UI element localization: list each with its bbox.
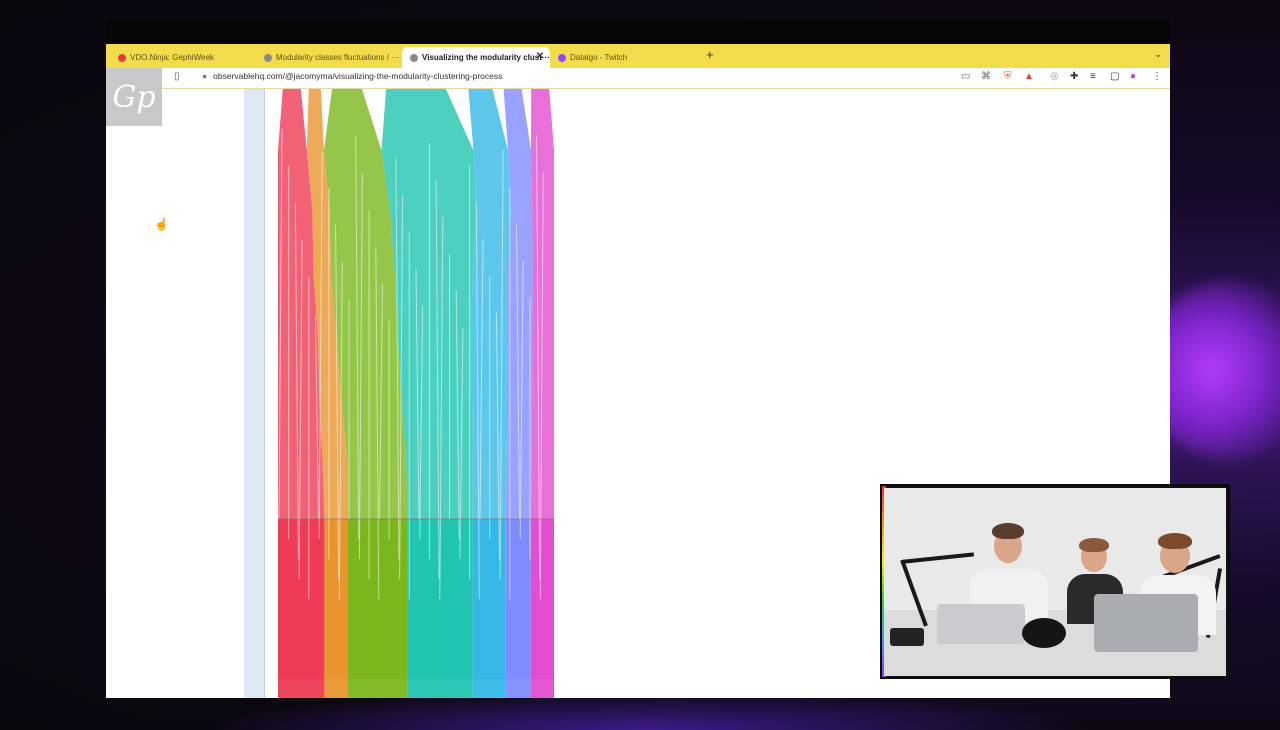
profile-avatar-icon[interactable]: ●	[1130, 71, 1136, 82]
brave-rewards-icon[interactable]: ▲	[1024, 71, 1034, 82]
cluster-base-1	[324, 679, 348, 698]
cluster-base-0	[278, 679, 325, 698]
cluster-base-5	[505, 679, 531, 698]
window-top-strip	[106, 20, 1170, 44]
lock-icon: ●	[202, 71, 208, 81]
tab-label: VDO.Ninja: GephiWeek	[130, 53, 214, 62]
playlist-icon[interactable]: ≡	[1090, 71, 1096, 82]
chevron-down-icon[interactable]: ⌄	[1154, 49, 1162, 60]
cluster-base-4	[472, 679, 506, 698]
url-text: observablehq.com/@jacomyma/visualizing-t…	[213, 71, 503, 81]
modularity-clustering-chart	[278, 89, 554, 698]
close-icon[interactable]: ✕	[536, 51, 544, 62]
tab-datalgo-twitch[interactable]: Datalgo - Twitch	[550, 47, 690, 68]
tab-label: Modularity classes fluctuations / ···	[276, 53, 400, 62]
address-bar-row: ◀ ↻ ▯ ●observablehq.com/@jacomyma/visual…	[106, 68, 1170, 89]
device-left	[890, 628, 924, 646]
mouse-cursor-icon: ☝	[154, 217, 169, 231]
tab-vdo-ninja[interactable]: VDO.Ninja: GephiWeek	[110, 47, 250, 68]
observable-favicon-icon	[410, 53, 418, 62]
cluster-base-3	[407, 679, 473, 698]
tab-label: Visualizing the modularity clust···	[422, 53, 550, 62]
cluster-bar-5	[505, 519, 531, 679]
webcam-overlay	[880, 484, 1230, 679]
cluster-bar-0	[278, 519, 325, 679]
tab-label: Datalgo - Twitch	[570, 53, 628, 62]
tab-modularity-fluctuations[interactable]: Modularity classes fluctuations / ···	[256, 47, 401, 68]
url-field[interactable]: ● observablehq.com/@jacomyma/visualizing-…	[202, 71, 502, 81]
laptop-right	[1094, 594, 1198, 652]
cluster-bar-1	[324, 519, 348, 679]
extension-icon[interactable]: ◎	[1050, 71, 1059, 82]
cell-gutter	[244, 89, 265, 698]
cast-icon[interactable]: ▭	[961, 71, 970, 82]
wallet-icon[interactable]: ▢	[1110, 71, 1119, 82]
vdo-ninja-favicon-icon	[118, 53, 126, 62]
tab-bar: VDO.Ninja: GephiWeek Modularity classes …	[106, 44, 1170, 68]
qr-icon[interactable]: ⌘	[981, 71, 991, 82]
tab-visualizing-modularity[interactable]: Visualizing the modularity clust··· ✕	[402, 47, 550, 68]
headphones	[1022, 618, 1066, 648]
menu-icon[interactable]: ⋮	[1152, 71, 1162, 82]
bookmark-icon[interactable]: ▯	[174, 71, 180, 82]
observable-favicon-icon	[264, 53, 272, 62]
brave-shield-icon[interactable]: ⛨	[1004, 71, 1012, 82]
twitch-favicon-icon	[558, 53, 566, 62]
cluster-base-6	[530, 679, 554, 698]
puzzle-icon[interactable]: ✚	[1070, 71, 1078, 82]
laptop-left	[937, 604, 1025, 644]
new-tab-button[interactable]: +	[706, 47, 714, 62]
cluster-base-2	[347, 679, 408, 698]
cluster-bar-6	[530, 519, 554, 679]
